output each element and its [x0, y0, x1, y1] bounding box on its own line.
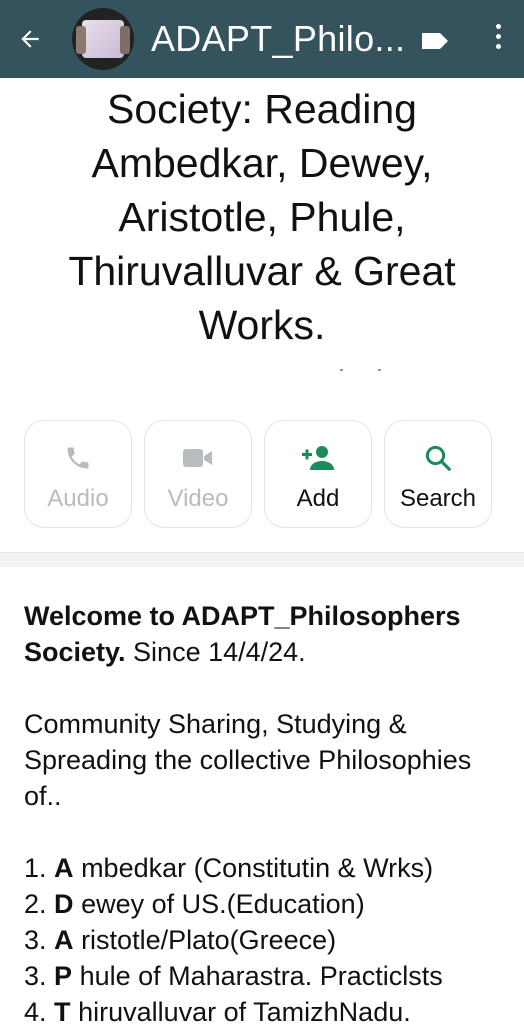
since-text: Since 14/4/24. — [125, 637, 306, 667]
description-line: Aristotle, Phule, — [118, 194, 406, 240]
description-line: Ambedkar, Dewey, — [91, 140, 433, 186]
more-options-button[interactable] — [494, 24, 502, 54]
group-avatar[interactable] — [72, 8, 134, 70]
audio-call-button[interactable]: Audio — [24, 420, 132, 528]
group-description: Society: Reading Ambedkar, Dewey, Aristo… — [0, 82, 524, 352]
add-person-icon — [302, 446, 334, 470]
audio-label: Audio — [47, 485, 109, 512]
action-buttons: Audio Video Add Search — [24, 420, 492, 528]
back-button[interactable] — [0, 0, 60, 78]
more-vertical-icon — [495, 24, 501, 29]
list-item: 3. P hule of Maharastra. Practiclsts — [24, 961, 443, 991]
welcome-paragraph: Welcome to ADAPT_Philosophers Society. S… — [24, 598, 514, 670]
group-title-text: ADAPT_Philo... — [151, 18, 406, 59]
search-button[interactable]: Search — [384, 420, 492, 528]
description-dots — [340, 366, 390, 374]
search-icon — [425, 445, 451, 471]
list-item: 3. A ristotle/Plato(Greece) — [24, 925, 337, 955]
group-about: Welcome to ADAPT_Philosophers Society. S… — [24, 598, 514, 1030]
community-paragraph: Community Sharing, Studying & Spreading … — [24, 709, 472, 811]
video-call-button[interactable]: Video — [144, 420, 252, 528]
add-label: Add — [296, 485, 340, 512]
description-line: Society: Reading — [107, 86, 417, 132]
add-member-button[interactable]: Add — [264, 420, 372, 528]
list-item: 1. A mbedkar (Constitutin & Wrks) — [24, 853, 434, 883]
description-line: Works. — [198, 302, 326, 348]
description-line: Thiruvalluvar & Great — [68, 248, 456, 294]
video-label: Video — [167, 485, 229, 512]
list-item: 2. D ewey of US.(Education) — [24, 889, 365, 919]
arrow-left-icon — [21, 30, 39, 48]
label-tag-icon — [421, 33, 448, 50]
top-app-bar: ADAPT_Philo... — [0, 0, 524, 78]
search-label: Search — [399, 485, 477, 512]
phone-icon — [67, 447, 89, 469]
group-title[interactable]: ADAPT_Philo... — [151, 18, 450, 60]
list-item: 4. T hiruvalluvar of TamizhNadu. — [24, 997, 411, 1027]
video-camera-icon — [183, 449, 212, 467]
section-divider — [0, 552, 524, 567]
